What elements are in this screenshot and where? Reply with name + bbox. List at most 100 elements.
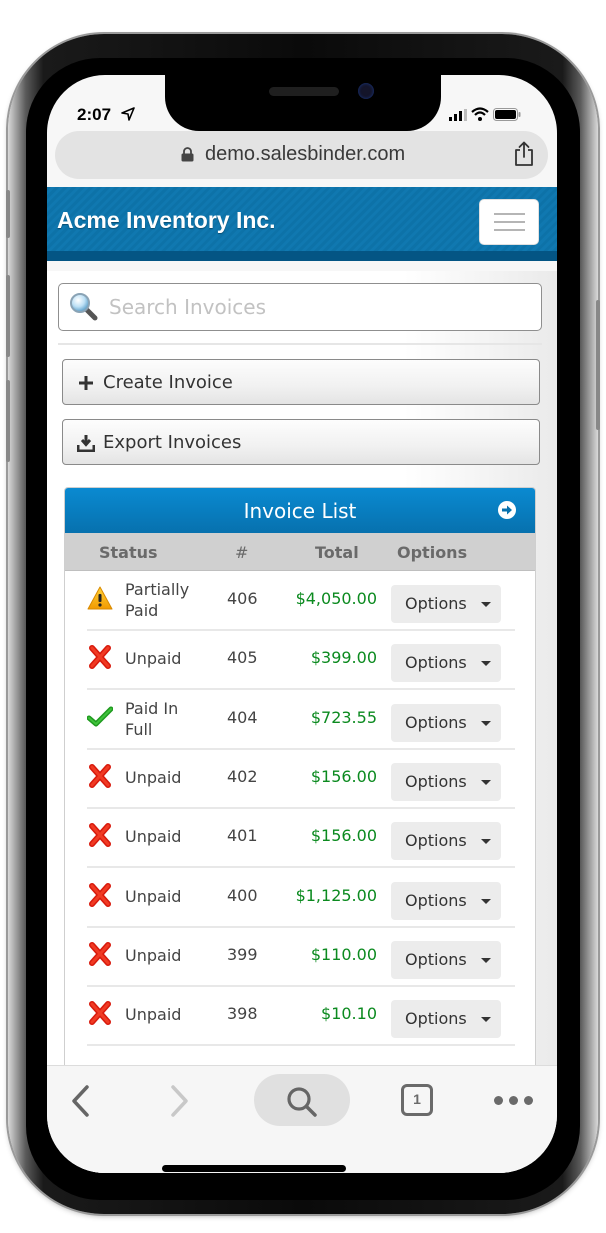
- main-content: Create Invoice Export Invoices Invoice L…: [47, 271, 557, 1173]
- status-label: Unpaid: [125, 1005, 182, 1025]
- hamburger-icon-bar: [494, 229, 525, 231]
- invoice-row[interactable]: Unpaid 399 $110.00 Options: [87, 928, 515, 987]
- column-header-options: Options: [397, 543, 468, 562]
- status-label: Partially Paid: [125, 580, 190, 620]
- panel-title: Invoice List: [243, 499, 357, 523]
- caret-down-icon: [481, 839, 491, 845]
- share-icon[interactable]: [513, 141, 535, 167]
- hamburger-icon-bar: [494, 221, 525, 223]
- x-icon: [89, 882, 111, 907]
- caret-down-icon: [481, 661, 491, 667]
- more-icon[interactable]: [494, 1094, 536, 1108]
- menu-toggle-button[interactable]: [479, 199, 539, 245]
- options-label: Options: [405, 949, 467, 969]
- x-icon: [89, 645, 111, 670]
- more-dot: [494, 1096, 503, 1105]
- invoice-total: $10.10: [321, 1004, 377, 1024]
- status-label: Unpaid: [125, 945, 182, 965]
- options-dropdown-button[interactable]: Options: [391, 881, 501, 920]
- options-dropdown-button[interactable]: Options: [391, 585, 501, 623]
- search-box[interactable]: [58, 283, 542, 331]
- status-label: Unpaid: [125, 827, 182, 847]
- column-header-status[interactable]: Status: [99, 543, 158, 562]
- invoice-row[interactable]: Unpaid 400 $1,125.00 Options: [87, 869, 515, 928]
- invoice-number[interactable]: 398: [227, 1004, 258, 1023]
- invoice-number[interactable]: 404: [227, 708, 258, 727]
- app-header: Acme Inventory Inc.: [47, 187, 557, 261]
- tabs-button[interactable]: 1: [401, 1084, 435, 1118]
- location-arrow-icon: [121, 107, 135, 121]
- panel-heading: Invoice List: [65, 488, 535, 533]
- plus-icon: [79, 376, 93, 390]
- volume-up-button: [6, 275, 10, 357]
- invoice-number[interactable]: 405: [227, 648, 258, 667]
- power-button: [596, 300, 600, 430]
- invoice-total: $156.00: [310, 766, 377, 786]
- invoice-number[interactable]: 400: [227, 886, 258, 905]
- back-icon[interactable]: [71, 1084, 91, 1118]
- lock-icon: [181, 147, 194, 162]
- url-text: demo.salesbinder.com: [205, 143, 406, 165]
- search-icon: [70, 293, 98, 321]
- forward-icon[interactable]: [169, 1084, 189, 1118]
- invoice-row[interactable]: Unpaid 398 $10.10 Options: [87, 987, 515, 1047]
- x-icon: [89, 941, 111, 966]
- invoice-total: $110.00: [310, 944, 377, 964]
- download-icon: [77, 435, 95, 452]
- hamburger-icon: [494, 213, 525, 215]
- caret-down-icon: [481, 602, 491, 607]
- address-bar[interactable]: demo.salesbinder.com: [55, 131, 548, 179]
- invoice-row[interactable]: Unpaid 401 $156.00 Options: [87, 809, 515, 869]
- invoice-total: $1,125.00: [295, 885, 377, 905]
- search-icon: [287, 1087, 317, 1117]
- column-header-number[interactable]: #: [235, 543, 248, 562]
- create-invoice-button[interactable]: Create Invoice: [62, 359, 540, 405]
- options-dropdown-button[interactable]: Options: [391, 1000, 501, 1039]
- warning-icon: [87, 586, 113, 610]
- volume-down-button: [6, 380, 10, 462]
- browser-search-button[interactable]: [254, 1074, 350, 1126]
- arrow-circle-right-icon[interactable]: [497, 500, 517, 520]
- export-invoices-label: Export Invoices: [103, 432, 242, 453]
- home-indicator: [162, 1165, 346, 1172]
- invoice-total: $399.00: [310, 648, 377, 668]
- status-label: Unpaid: [125, 767, 182, 787]
- export-invoices-button[interactable]: Export Invoices: [62, 419, 540, 465]
- wifi-icon: [471, 107, 489, 121]
- x-icon: [89, 823, 111, 848]
- options-dropdown-button[interactable]: Options: [391, 762, 501, 801]
- caret-down-icon: [481, 779, 491, 785]
- invoice-row[interactable]: Paid In Full 404 $723.55 Options: [87, 691, 515, 750]
- invoice-total: $156.00: [310, 826, 377, 846]
- tab-count: 1: [413, 1091, 421, 1107]
- invoice-number[interactable]: 399: [227, 945, 258, 964]
- invoice-number[interactable]: 401: [227, 826, 258, 845]
- invoice-number[interactable]: 406: [227, 589, 258, 608]
- options-label: Options: [405, 712, 467, 732]
- options-label: Options: [405, 771, 467, 791]
- options-label: Options: [405, 653, 467, 673]
- options-dropdown-button[interactable]: Options: [391, 644, 501, 683]
- options-dropdown-button[interactable]: Options: [391, 940, 501, 979]
- caret-down-icon: [481, 720, 491, 726]
- x-icon: [89, 1001, 111, 1026]
- camera: [358, 83, 374, 99]
- options-label: Options: [405, 831, 467, 851]
- options-dropdown-button[interactable]: Options: [391, 822, 501, 861]
- checkmark-icon: [87, 706, 113, 727]
- invoice-row[interactable]: Partially Paid 406 $4,050.00 Options: [87, 572, 515, 631]
- invoice-row[interactable]: Unpaid 405 $399.00 Options: [87, 631, 515, 691]
- caret-down-icon: [481, 957, 491, 963]
- options-dropdown-button[interactable]: Options: [391, 703, 501, 742]
- column-header-total[interactable]: Total: [315, 543, 359, 562]
- app-title[interactable]: Acme Inventory Inc.: [57, 207, 276, 234]
- search-input[interactable]: [109, 292, 529, 322]
- status-time: 2:07: [77, 105, 112, 124]
- options-label: Options: [405, 1009, 467, 1029]
- invoice-row[interactable]: Unpaid 402 $156.00 Options: [87, 750, 515, 809]
- more-dot: [509, 1096, 518, 1105]
- invoice-number[interactable]: 402: [227, 767, 258, 786]
- more-dot: [524, 1096, 533, 1105]
- browser-toolbar: 1: [47, 1065, 557, 1173]
- table-header: Status # Total Options: [65, 533, 535, 571]
